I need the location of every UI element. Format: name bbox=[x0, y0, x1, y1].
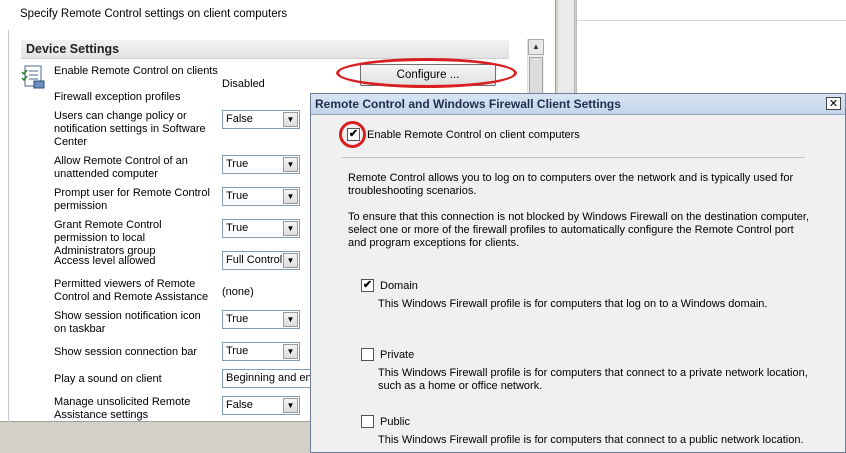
domain-profile-description: This Windows Firewall profile is for com… bbox=[378, 298, 768, 310]
access-level-dropdown[interactable]: Full Control ▼ bbox=[222, 251, 300, 270]
dropdown-value: True bbox=[226, 222, 249, 234]
firewall-settings-dialog: Remote Control and Windows Firewall Clie… bbox=[310, 93, 846, 453]
scroll-up-icon[interactable]: ▲ bbox=[528, 39, 544, 55]
right-pane bbox=[576, 0, 846, 100]
setting-label-users-change-policy: Users can change policy or notification … bbox=[54, 110, 206, 148]
highlight-ring-annotation bbox=[336, 58, 517, 88]
notification-icon-dropdown[interactable]: True ▼ bbox=[222, 310, 300, 329]
dialog-titlebar[interactable]: Remote Control and Windows Firewall Clie… bbox=[311, 94, 845, 115]
dropdown-value: True bbox=[226, 345, 249, 357]
dropdown-arrow-icon[interactable]: ▼ bbox=[283, 398, 298, 413]
dropdown-arrow-icon[interactable]: ▼ bbox=[283, 221, 298, 236]
users-change-policy-dropdown[interactable]: False ▼ bbox=[222, 110, 300, 129]
setting-label-permitted-viewers: Permitted viewers of Remote Control and … bbox=[54, 278, 209, 303]
dropdown-value: False bbox=[226, 399, 253, 411]
section-title: Device Settings bbox=[26, 42, 120, 56]
setting-label-grant-admins: Grant Remote Control permission to local… bbox=[54, 219, 162, 257]
pane-splitter[interactable] bbox=[558, 0, 575, 100]
dialog-title: Remote Control and Windows Firewall Clie… bbox=[315, 97, 621, 111]
section-header: Device Settings bbox=[21, 40, 509, 59]
grant-admins-dropdown[interactable]: True ▼ bbox=[222, 219, 300, 238]
dropdown-arrow-icon[interactable]: ▼ bbox=[283, 312, 298, 327]
setting-label-play-sound: Play a sound on client bbox=[54, 373, 162, 385]
allow-unattended-dropdown[interactable]: True ▼ bbox=[222, 155, 300, 174]
public-profile-label[interactable]: Public bbox=[380, 416, 410, 429]
dropdown-arrow-icon[interactable]: ▼ bbox=[283, 253, 298, 268]
enable-remote-control-value: Disabled bbox=[222, 78, 265, 90]
private-profile-description: This Windows Firewall profile is for com… bbox=[378, 367, 808, 392]
remote-control-settings-icon bbox=[21, 65, 45, 89]
dropdown-value: Beginning and end bbox=[226, 372, 318, 384]
highlight-ring-annotation bbox=[339, 121, 366, 148]
prompt-user-dropdown[interactable]: True ▼ bbox=[222, 187, 300, 206]
enable-remote-control-checkbox-label[interactable]: Enable Remote Control on client computer… bbox=[367, 129, 580, 142]
setting-label-unsolicited-assistance: Manage unsolicited Remote Assistance set… bbox=[54, 396, 191, 421]
dropdown-arrow-icon[interactable]: ▼ bbox=[283, 344, 298, 359]
setting-label-notification-icon: Show session notification icon on taskba… bbox=[54, 310, 201, 335]
public-profile-checkbox[interactable] bbox=[361, 415, 374, 428]
setting-label-access-level: Access level allowed bbox=[54, 255, 156, 267]
public-profile-description: This Windows Firewall profile is for com… bbox=[378, 434, 804, 446]
enable-remote-control-label: Enable Remote Control on clients bbox=[54, 65, 218, 77]
private-profile-label[interactable]: Private bbox=[380, 349, 414, 362]
play-sound-dropdown[interactable]: Beginning and end bbox=[222, 369, 322, 388]
dropdown-value: False bbox=[226, 113, 253, 125]
divider bbox=[341, 157, 805, 158]
page-description: Specify Remote Control settings on clien… bbox=[20, 8, 288, 20]
dialog-description-2: To ensure that this connection is not bl… bbox=[348, 211, 810, 249]
setting-label-prompt-user: Prompt user for Remote Control permissio… bbox=[54, 187, 210, 212]
domain-profile-checkbox[interactable]: ✔ bbox=[361, 279, 374, 292]
private-profile-checkbox[interactable] bbox=[361, 348, 374, 361]
domain-profile-label[interactable]: Domain bbox=[380, 280, 418, 293]
unsolicited-assistance-dropdown[interactable]: False ▼ bbox=[222, 396, 300, 415]
scrollbar-thumb[interactable] bbox=[529, 57, 543, 97]
dropdown-value: True bbox=[226, 158, 249, 170]
close-icon[interactable]: ✕ bbox=[826, 97, 841, 110]
setting-label-connection-bar: Show session connection bar bbox=[54, 346, 198, 358]
connection-bar-dropdown[interactable]: True ▼ bbox=[222, 342, 300, 361]
dropdown-value: Full Control bbox=[226, 254, 283, 266]
dropdown-value: True bbox=[226, 313, 249, 325]
divider bbox=[577, 20, 846, 21]
dropdown-arrow-icon[interactable]: ▼ bbox=[283, 157, 298, 172]
firewall-profiles-label: Firewall exception profiles bbox=[54, 91, 181, 103]
dropdown-value: True bbox=[226, 190, 249, 202]
dropdown-arrow-icon[interactable]: ▼ bbox=[283, 112, 298, 127]
dropdown-arrow-icon[interactable]: ▼ bbox=[283, 189, 298, 204]
permitted-viewers-value[interactable]: (none) bbox=[222, 286, 254, 298]
dialog-description-1: Remote Control allows you to log on to c… bbox=[348, 172, 794, 197]
setting-label-allow-unattended: Allow Remote Control of an unattended co… bbox=[54, 155, 188, 180]
